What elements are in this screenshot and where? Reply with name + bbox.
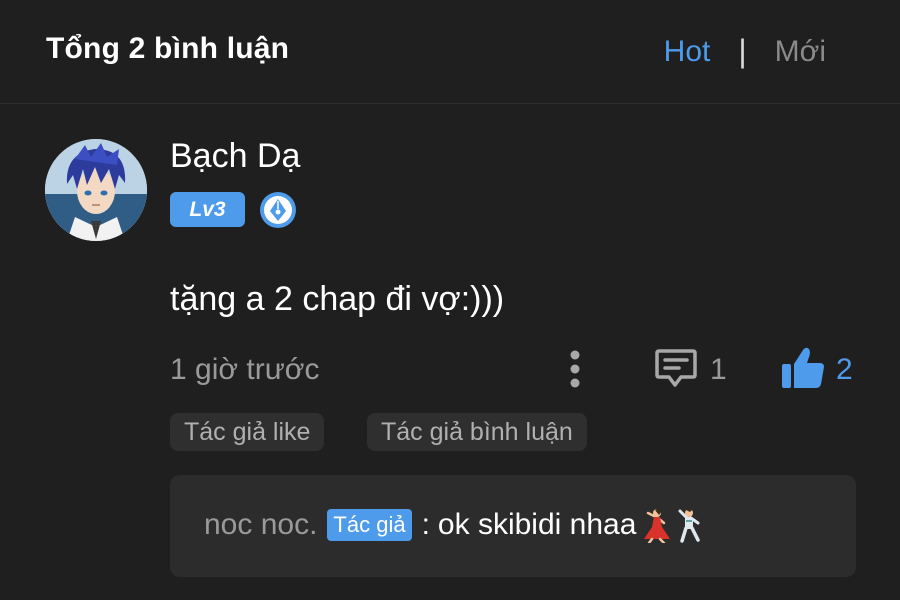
reply-separator: :: [421, 508, 430, 541]
author-badge: Tác giả: [327, 509, 412, 541]
comments-total-title: Tổng 2 bình luận: [46, 32, 290, 65]
reply-count: 1: [710, 353, 727, 386]
comments-header: Tổng 2 bình luận Hot | Mới: [0, 0, 900, 104]
pen-nib-badge-icon: [259, 191, 297, 229]
dancing-woman-emoji-icon: [640, 507, 671, 543]
dancing-man-emoji-icon: [674, 507, 704, 543]
tab-hot[interactable]: Hot: [664, 35, 711, 69]
avatar[interactable]: [45, 139, 147, 241]
author-replied-tag: Tác giả bình luận: [367, 413, 587, 451]
tab-separator: |: [738, 33, 747, 69]
sort-tabs: Hot | Mới: [664, 33, 826, 70]
tab-new[interactable]: Mới: [775, 35, 826, 69]
avatar-anime-boy-icon: [45, 139, 147, 241]
reply-username[interactable]: noc noc.: [204, 508, 317, 542]
author-liked-tag: Tác giả like: [170, 413, 325, 451]
comment-icon[interactable]: [653, 345, 699, 391]
comment-username[interactable]: Bạch Dạ: [170, 137, 300, 176]
reply-line: noc noc. Tác giả : ok skibidi nhaa: [204, 507, 704, 543]
thumbs-up-icon[interactable]: [779, 344, 827, 392]
like-count: 2: [836, 353, 853, 386]
comment-time: 1 giờ trước: [170, 353, 320, 386]
reply-preview[interactable]: noc noc. Tác giả : ok skibidi nhaa: [170, 475, 856, 577]
comment-text: tặng a 2 chap đi vợ:))): [170, 280, 505, 318]
more-vertical-icon[interactable]: [563, 348, 587, 392]
reply-text: ok skibidi nhaa: [437, 508, 637, 541]
level-badge: Lv3: [170, 192, 245, 227]
